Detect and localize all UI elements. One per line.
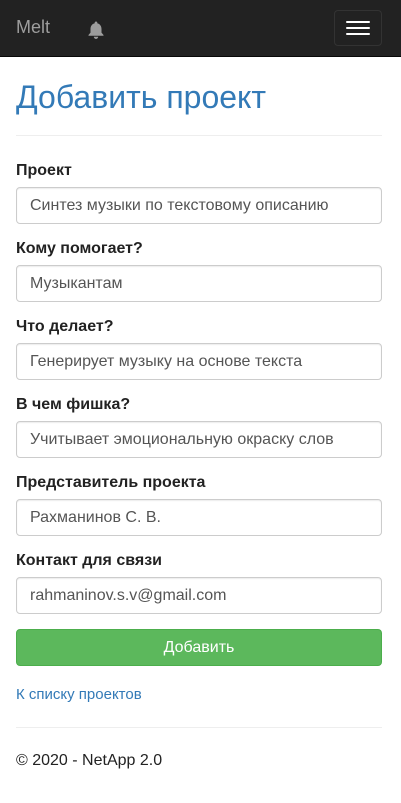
- brand-link[interactable]: Melt: [16, 17, 50, 37]
- form-group-contact: Контакт для связи: [16, 551, 382, 614]
- menu-toggle-button[interactable]: [334, 10, 382, 46]
- project-input[interactable]: [16, 187, 382, 224]
- main-content: Добавить проект Проект Кому помогает? Чт…: [16, 57, 382, 771]
- divider: [16, 727, 382, 728]
- add-project-form: Проект Кому помогает? Что делает? В чем …: [16, 161, 382, 666]
- project-label: Проект: [16, 162, 72, 179]
- does-input[interactable]: [16, 343, 382, 380]
- divider: [16, 135, 382, 136]
- contact-input[interactable]: [16, 577, 382, 614]
- bell-icon-svg: [88, 21, 104, 39]
- back-to-projects-link[interactable]: К списку проектов: [16, 685, 142, 705]
- helps-label: Кому помогает?: [16, 240, 143, 257]
- form-group-representative: Представитель проекта: [16, 473, 382, 536]
- form-group-project: Проект: [16, 161, 382, 224]
- form-group-helps: Кому помогает?: [16, 239, 382, 302]
- bell-icon[interactable]: [87, 20, 105, 40]
- top-navbar: Melt: [0, 0, 401, 57]
- page-title: Добавить проект: [16, 79, 267, 115]
- hamburger-menu-icon-bar: [346, 27, 370, 29]
- form-group-feature: В чем фишка?: [16, 395, 382, 458]
- helps-input[interactable]: [16, 265, 382, 302]
- representative-input[interactable]: [16, 499, 382, 536]
- feature-input[interactable]: [16, 421, 382, 458]
- add-button[interactable]: Добавить: [16, 629, 382, 666]
- representative-label: Представитель проекта: [16, 474, 206, 491]
- does-label: Что делает?: [16, 318, 114, 335]
- form-group-does: Что делает?: [16, 317, 382, 380]
- contact-label: Контакт для связи: [16, 552, 162, 569]
- footer-text: © 2020 - NetApp 2.0: [16, 752, 163, 769]
- hamburger-menu-icon: [346, 21, 370, 23]
- hamburger-menu-icon-bar: [346, 33, 370, 35]
- feature-label: В чем фишка?: [16, 396, 131, 413]
